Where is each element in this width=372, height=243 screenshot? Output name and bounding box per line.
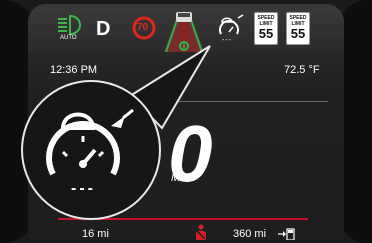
- magnified-acc-callout: ---: [21, 80, 161, 220]
- acc-speed-display-large: ---: [71, 180, 96, 197]
- cluster-frame: AUTO D 70 --- SPEED LIMIT 55 SPEED LIMIT…: [0, 0, 372, 243]
- adaptive-cruise-icon-large: [46, 108, 134, 176]
